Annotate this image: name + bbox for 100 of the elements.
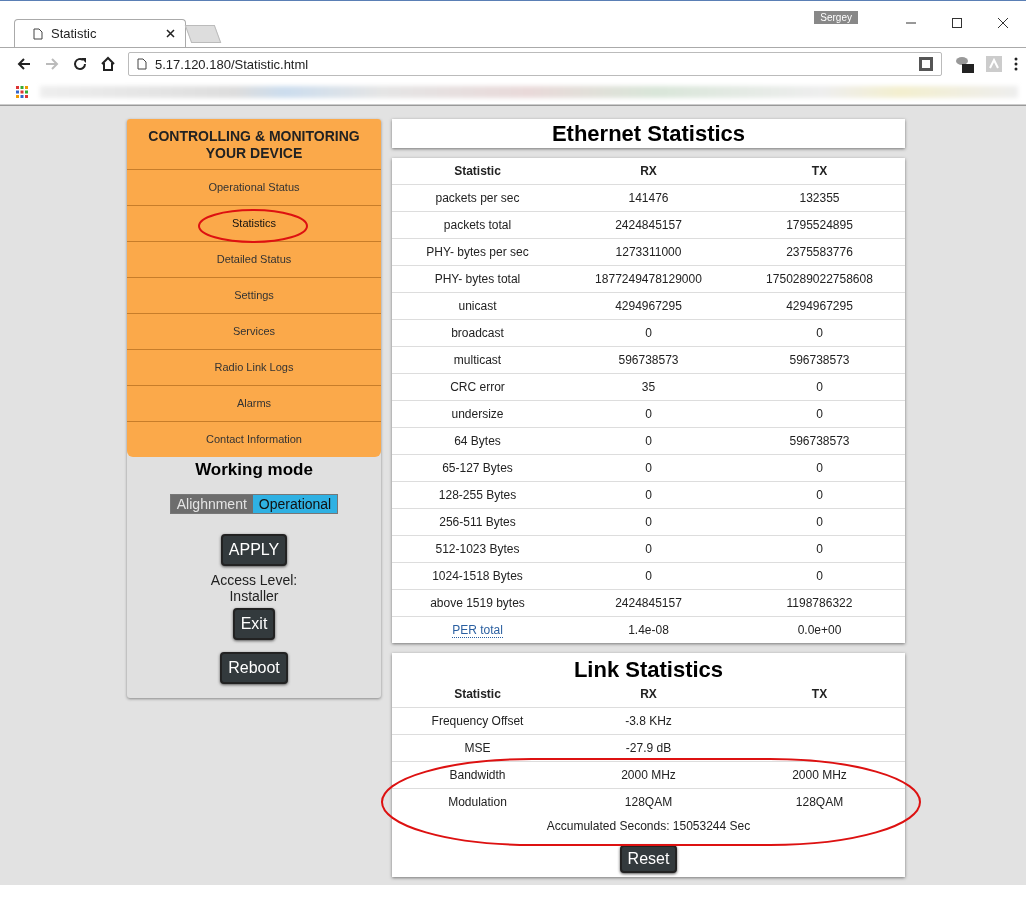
- table-cell: 1198786322: [734, 589, 905, 617]
- table-cell: 1877249478129000: [563, 265, 734, 293]
- table-cell: 65-127 Bytes: [392, 454, 563, 482]
- sidebar-item[interactable]: Alarms: [127, 386, 381, 422]
- sidebar-item[interactable]: Services: [127, 314, 381, 350]
- sidebar-item[interactable]: Contact Information: [127, 422, 381, 457]
- exit-button[interactable]: Exit: [232, 608, 276, 640]
- back-arrow-icon[interactable]: [16, 56, 32, 72]
- sidebar-item[interactable]: Radio Link Logs: [127, 350, 381, 386]
- working-mode-title: Working mode: [195, 460, 313, 480]
- table-cell: 35: [563, 373, 734, 401]
- page-icon: [137, 58, 147, 70]
- sidebar-item[interactable]: Settings: [127, 278, 381, 314]
- reset-button[interactable]: Reset: [619, 845, 678, 873]
- table-cell: PHY- bytes per sec: [392, 238, 563, 266]
- page-icon: [33, 27, 43, 40]
- mode-option[interactable]: Alighnment: [170, 495, 253, 513]
- table-cell: 2375583776: [734, 238, 905, 266]
- table-cell: 4294967295: [563, 292, 734, 320]
- table-cell: 2000 MHz: [734, 761, 905, 789]
- table-cell: 0: [734, 454, 905, 482]
- sidebar-item[interactable]: Detailed Status: [127, 242, 381, 278]
- table-cell: PHY- bytes total: [392, 265, 563, 293]
- table-cell: 0: [734, 535, 905, 563]
- address-bar[interactable]: 5.17.120.180/Statistic.html: [128, 52, 942, 76]
- profile-badge[interactable]: Sergey: [814, 11, 858, 24]
- table-cell: 1273311000: [563, 238, 734, 266]
- table-cell: 0: [563, 454, 734, 482]
- table-cell: broadcast: [392, 319, 563, 347]
- table-cell: 132355: [734, 184, 905, 212]
- table-cell: 0: [734, 400, 905, 428]
- access-level-label: Access Level:: [210, 572, 298, 588]
- extension-icon[interactable]: [954, 55, 974, 73]
- reboot-button[interactable]: Reboot: [220, 652, 288, 684]
- mode-option[interactable]: Operational: [252, 495, 338, 513]
- browser-tab[interactable]: Statistic: [14, 19, 186, 47]
- table-cell: undersize: [392, 400, 563, 428]
- table-cell: packets total: [392, 211, 563, 239]
- table-cell: 128-255 Bytes: [392, 481, 563, 509]
- sidebar-title: CONTROLLING & MONITORING YOUR DEVICE: [127, 119, 381, 170]
- apply-button[interactable]: APPLY: [220, 534, 288, 566]
- table-cell: 0: [734, 373, 905, 401]
- table-cell: 0: [563, 427, 734, 455]
- table-cell: Frequency Offset: [392, 707, 563, 735]
- access-level-value: Installer: [229, 588, 279, 604]
- close-icon[interactable]: [166, 29, 175, 38]
- column-header: TX: [734, 681, 905, 708]
- table-cell: 256-511 Bytes: [392, 508, 563, 536]
- apps-icon[interactable]: [16, 86, 28, 98]
- section-title: Link Statistics: [572, 656, 725, 681]
- reload-icon[interactable]: [72, 56, 88, 72]
- table-cell: Bandwidth: [392, 761, 563, 789]
- table-cell: 0: [563, 562, 734, 590]
- table-cell: 2000 MHz: [563, 761, 734, 789]
- sidebar-item[interactable]: Operational Status: [127, 170, 381, 206]
- stat-link[interactable]: PER total: [452, 623, 503, 638]
- table-cell: 0: [563, 319, 734, 347]
- table-cell: 128QAM: [734, 788, 905, 815]
- table-cell: 1024-1518 Bytes: [392, 562, 563, 590]
- column-header: RX: [563, 158, 734, 185]
- mode-toggle[interactable]: Alighnment Operational: [169, 494, 339, 514]
- table-cell: 2424845157: [563, 589, 734, 617]
- table-cell: 0: [563, 508, 734, 536]
- translate-icon[interactable]: [919, 57, 933, 71]
- table-cell: 0: [734, 562, 905, 590]
- column-header: Statistic: [392, 158, 563, 185]
- home-icon[interactable]: [100, 56, 116, 72]
- table-cell: 1750289022758608: [734, 265, 905, 293]
- table-cell: unicast: [392, 292, 563, 320]
- table-cell: 596738573: [734, 427, 905, 455]
- tab-title: Statistic: [51, 26, 98, 41]
- table-cell: -27.9 dB: [563, 734, 734, 762]
- table-cell: 0: [563, 481, 734, 509]
- table-cell: 141476: [563, 184, 734, 212]
- table-cell: -3.8 KHz: [563, 707, 734, 735]
- accumulated-seconds: Accumulated Seconds: 15053244 Sec: [545, 818, 752, 835]
- column-header: Statistic: [392, 681, 563, 708]
- table-cell: multicast: [392, 346, 563, 374]
- table-cell: packets per sec: [392, 184, 563, 212]
- table-cell: 0: [563, 400, 734, 428]
- table-cell: 128QAM: [563, 788, 734, 815]
- table-cell: 0.0e+00: [734, 616, 905, 643]
- table-cell: 64 Bytes: [392, 427, 563, 455]
- table-cell: above 1519 bytes: [392, 589, 563, 617]
- menu-icon[interactable]: [1014, 57, 1018, 71]
- table-cell: 1795524895: [734, 211, 905, 239]
- table-cell: Modulation: [392, 788, 563, 815]
- table-cell: 1.4e-08: [563, 616, 734, 643]
- table-cell: MSE: [392, 734, 563, 762]
- table-cell: 0: [734, 319, 905, 347]
- table-cell: CRC error: [392, 373, 563, 401]
- table-cell: 0: [734, 508, 905, 536]
- table-cell: 512-1023 Bytes: [392, 535, 563, 563]
- sidebar-item[interactable]: Statistics: [127, 206, 381, 242]
- section-title: Ethernet Statistics: [392, 119, 905, 148]
- table-cell: 2424845157: [563, 211, 734, 239]
- table-cell: 0: [734, 481, 905, 509]
- column-header: RX: [563, 681, 734, 708]
- table-cell: 0: [563, 535, 734, 563]
- table-cell: 4294967295: [734, 292, 905, 320]
